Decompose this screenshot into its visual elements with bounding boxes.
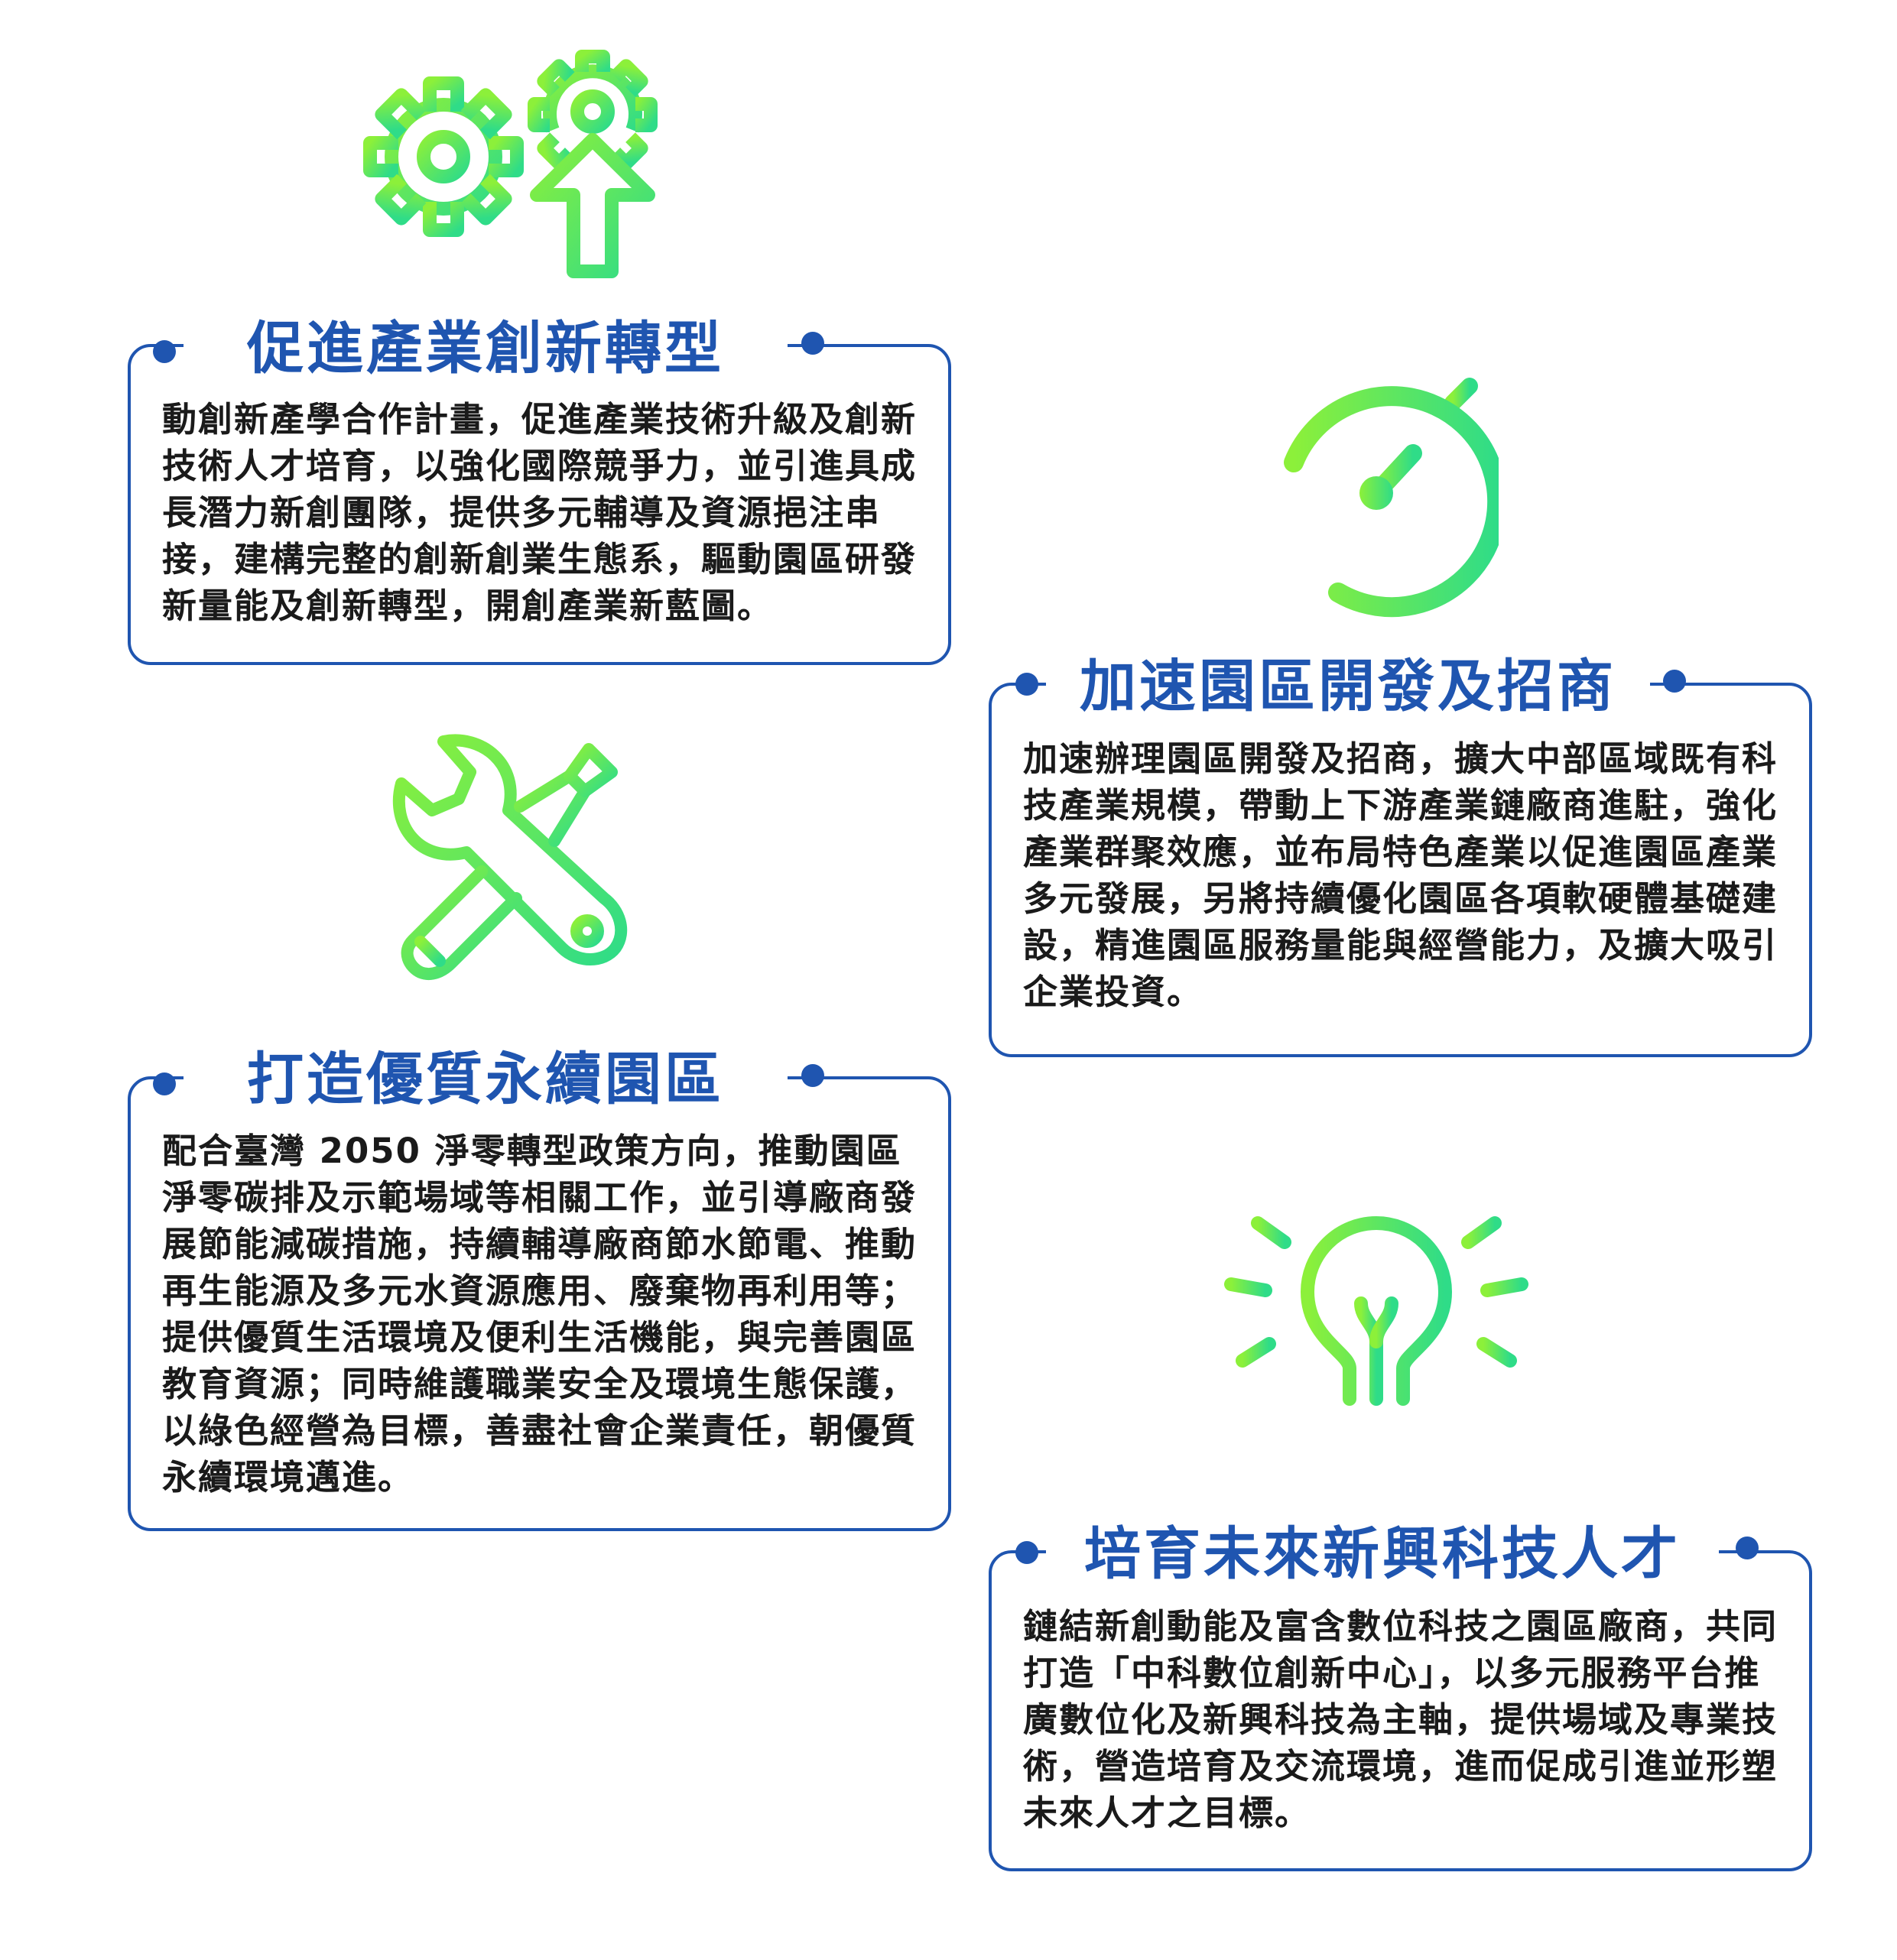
card-body: 配合臺灣 2050 淨零轉型政策方向，推動園區淨零碳排及示範場域等相關工作，並引… xyxy=(162,1131,918,1498)
card-title: 促進產業創新轉型 xyxy=(184,310,788,387)
wrench-screwdriver-icon xyxy=(392,734,628,981)
lightbulb-icon xyxy=(1224,1216,1528,1467)
gears-arrow-up-icon xyxy=(363,50,658,278)
card-title-right-dot xyxy=(801,332,824,355)
card-title-left-dot xyxy=(1015,673,1038,696)
card-title-right-dot xyxy=(1736,1537,1759,1559)
card-title-left-dot xyxy=(153,1072,176,1095)
card-body: 加速辦理園區開發及招商，擴大中部區域既有科技產業規模，帶動上下游產業鏈廠商進駐，… xyxy=(1023,738,1778,1012)
card-title-left-dot xyxy=(153,340,176,363)
card-title-right-dot xyxy=(801,1064,824,1087)
card-body: 動創新產學合作計畫，促進產業技術升級及創新技術人才培育，以強化國際競爭力，並引進… xyxy=(162,399,918,626)
card-title-left-dot xyxy=(1015,1541,1038,1564)
card-title: 培育未來新興科技人才 xyxy=(1046,1516,1719,1592)
card-title: 打造優質永續園區 xyxy=(184,1041,788,1118)
card-title-right-dot xyxy=(1663,670,1686,693)
card-body: 鏈結新創動能及富含數位科技之園區廠商，共同打造「中科數位創新中心」，以多元服務平… xyxy=(1023,1606,1778,1833)
card-title: 加速園區開發及招商 xyxy=(1046,648,1650,725)
stopwatch-speed-icon xyxy=(1223,350,1499,618)
